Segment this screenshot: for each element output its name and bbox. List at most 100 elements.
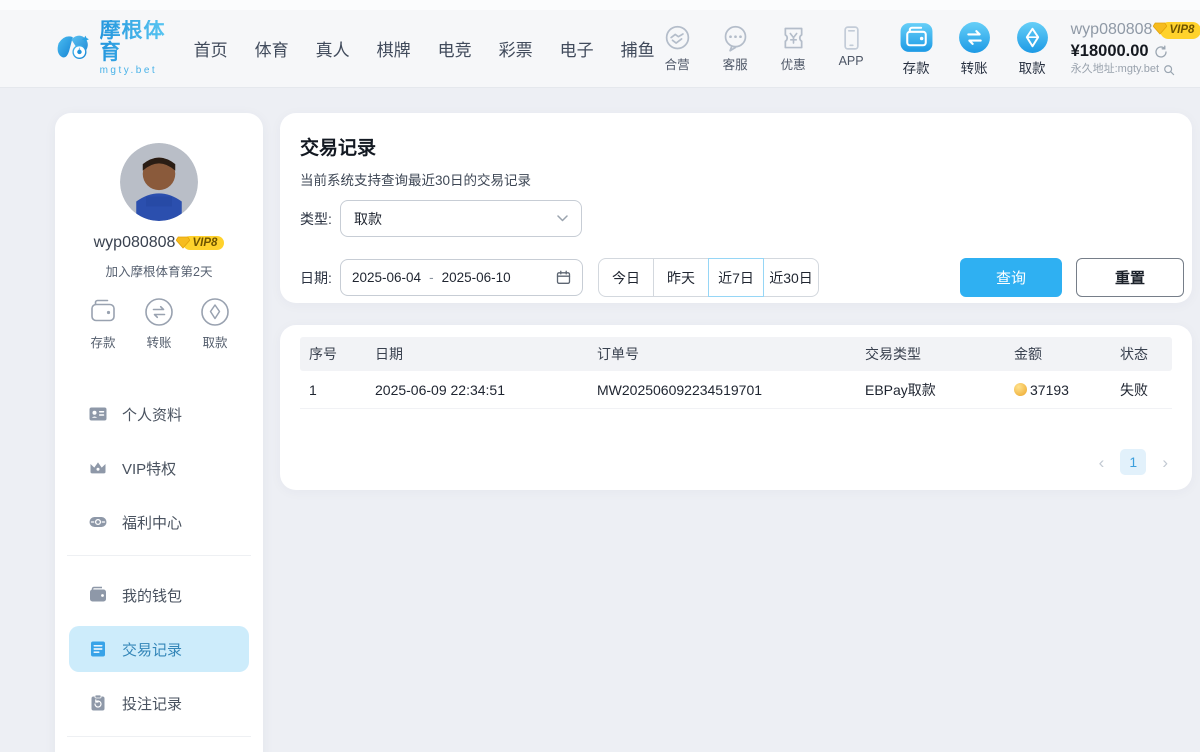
refresh-balance-icon[interactable] xyxy=(1154,45,1168,59)
date-from-value: 2025-06-04 xyxy=(352,270,421,285)
sidebar-item-profile[interactable]: 个人资料 xyxy=(55,387,263,441)
pagination-page-1[interactable]: 1 xyxy=(1120,449,1146,475)
date-separator: - xyxy=(429,270,434,285)
app-download-button[interactable]: APP xyxy=(829,24,874,73)
sidebar-item-welfare[interactable]: 福利中心 xyxy=(55,495,263,549)
pagination-prev-icon[interactable]: ‹ xyxy=(1099,454,1105,471)
sidebar: wyp080808 VIP8 加入摩根体育第2天 存款 转账 xyxy=(55,113,263,752)
sidebar-withdraw-label: 取款 xyxy=(192,332,238,351)
col-header-order: 订单号 xyxy=(597,344,865,364)
header-user-info: wyp080808 VIP8 ¥18000.00 永久地址:mgty.bet xyxy=(1071,20,1200,76)
partner-label: 合营 xyxy=(655,54,700,73)
range-30days-button[interactable]: 近30日 xyxy=(763,258,819,297)
sidebar-item-label: 个人资料 xyxy=(122,404,182,425)
query-button[interactable]: 查询 xyxy=(960,258,1062,297)
table-row: 1 2025-06-09 22:34:51 MW2025060922345197… xyxy=(300,371,1172,409)
col-header-seq: 序号 xyxy=(300,344,375,364)
customer-service-icon xyxy=(721,24,750,53)
nav-item-sports[interactable]: 体育 xyxy=(255,36,289,61)
nav-item-chess[interactable]: 棋牌 xyxy=(377,36,411,61)
range-yesterday-button[interactable]: 昨天 xyxy=(653,258,709,297)
sidebar-item-label: 交易记录 xyxy=(122,639,182,660)
sidebar-item-wallet[interactable]: 我的钱包 xyxy=(55,568,263,622)
records-table-card: 序号 日期 订单号 交易类型 金额 状态 1 2025-06-09 22:34:… xyxy=(280,325,1192,490)
sidebar-item-label: 投注记录 xyxy=(122,693,182,714)
joined-days-text: 加入摩根体育第2天 xyxy=(55,261,263,280)
sidebar-avatar[interactable] xyxy=(120,143,198,221)
calendar-icon xyxy=(556,270,571,285)
gold-coin-icon xyxy=(1014,383,1027,396)
nav-item-lottery[interactable]: 彩票 xyxy=(499,36,533,61)
search-icon[interactable] xyxy=(1163,64,1175,76)
customer-service-button[interactable]: 客服 xyxy=(713,24,758,73)
cell-seq: 1 xyxy=(300,382,375,398)
brand-domain: mgty.bet xyxy=(100,66,168,77)
range-7days-button[interactable]: 近7日 xyxy=(708,258,764,297)
permanent-address: 永久地址:mgty.bet xyxy=(1071,63,1159,77)
date-label: 日期: xyxy=(300,268,340,288)
sidebar-item-label: VIP特权 xyxy=(122,458,176,479)
deposit-label: 存款 xyxy=(892,57,941,77)
nav-item-slots[interactable]: 电子 xyxy=(560,36,594,61)
sidebar-deposit-label: 存款 xyxy=(80,332,126,351)
transaction-record-icon xyxy=(88,639,108,659)
sidebar-deposit-button[interactable]: 存款 xyxy=(80,295,126,351)
sidebar-vip-badge: VIP8 xyxy=(183,236,224,250)
transfer-button[interactable]: 转账 xyxy=(950,20,999,77)
range-30days-label: 近30日 xyxy=(769,268,813,288)
pagination-next-icon[interactable]: › xyxy=(1162,454,1168,471)
crown-icon xyxy=(88,458,108,478)
id-card-icon xyxy=(88,404,108,424)
page-title: 交易记录 xyxy=(300,133,1184,160)
brand-logo-icon xyxy=(55,26,91,72)
table-header-row: 序号 日期 订单号 交易类型 金额 状态 xyxy=(300,337,1172,371)
col-header-status: 状态 xyxy=(1120,344,1172,364)
username: wyp080808 xyxy=(1071,20,1153,40)
coin-purse-icon xyxy=(88,512,108,532)
sidebar-vip-level: VIP8 xyxy=(192,237,217,249)
partner-button[interactable]: 合营 xyxy=(655,24,700,73)
sidebar-avatar-image xyxy=(120,143,198,221)
nav-item-home[interactable]: 首页 xyxy=(194,36,228,61)
vip-diamond-icon xyxy=(176,236,190,249)
menu-divider xyxy=(67,736,251,737)
sidebar-menu: 个人资料 VIP特权 福利中心 我的钱包 xyxy=(55,387,263,752)
deposit-outline-icon xyxy=(86,295,120,329)
deposit-button[interactable]: 存款 xyxy=(892,20,941,77)
type-label: 类型: xyxy=(300,209,340,229)
range-today-button[interactable]: 今日 xyxy=(598,258,654,297)
sidebar-item-bets[interactable]: 投注记录 xyxy=(55,676,263,730)
sidebar-item-vip[interactable]: VIP特权 xyxy=(55,441,263,495)
col-header-amount: 金额 xyxy=(1014,344,1120,364)
menu-divider xyxy=(67,555,251,556)
chevron-down-icon xyxy=(557,215,568,222)
sidebar-user-row: wyp080808 VIP8 xyxy=(55,234,263,252)
app-label: APP xyxy=(829,54,874,68)
type-select[interactable]: 取款 xyxy=(340,200,582,237)
vip-diamond-icon xyxy=(1153,22,1167,35)
nav-item-fishing[interactable]: 捕鱼 xyxy=(621,36,655,61)
top-strip xyxy=(0,0,1200,10)
quick-date-ranges: 今日 昨天 近7日 近30日 xyxy=(598,258,819,297)
reset-button[interactable]: 重置 xyxy=(1076,258,1184,297)
app-phone-icon xyxy=(837,24,866,53)
promo-button[interactable]: 优惠 xyxy=(771,24,816,73)
sidebar-withdraw-button[interactable]: 取款 xyxy=(192,295,238,351)
date-range-picker[interactable]: 2025-06-04 - 2025-06-10 xyxy=(340,259,583,296)
withdraw-button[interactable]: 取款 xyxy=(1008,20,1057,77)
brand-logo[interactable]: 摩根体育 mgty.bet xyxy=(55,20,168,77)
range-7days-label: 近7日 xyxy=(718,268,754,288)
main-nav: 首页 体育 真人 棋牌 电竞 彩票 电子 捕鱼 xyxy=(194,36,655,61)
nav-item-esports[interactable]: 电竞 xyxy=(438,36,472,61)
sidebar-item-transactions[interactable]: 交易记录 xyxy=(69,626,249,672)
sidebar-item-label: 我的钱包 xyxy=(122,585,182,606)
cell-status: 失败 xyxy=(1120,380,1172,400)
bet-record-icon xyxy=(88,693,108,713)
partner-handshake-icon xyxy=(663,24,692,53)
vip-level: VIP8 xyxy=(1169,23,1194,37)
withdraw-outline-icon xyxy=(198,295,232,329)
promo-label: 优惠 xyxy=(771,54,816,73)
sidebar-transfer-button[interactable]: 转账 xyxy=(136,295,182,351)
customer-service-label: 客服 xyxy=(713,54,758,73)
nav-item-live-casino[interactable]: 真人 xyxy=(316,36,350,61)
